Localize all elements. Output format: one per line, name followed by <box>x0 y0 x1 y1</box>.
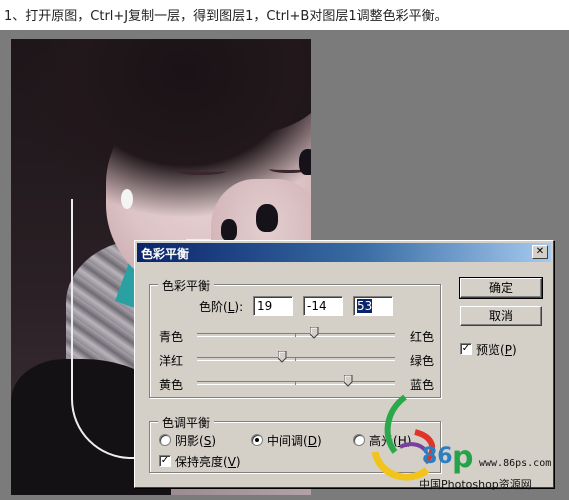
levels-label: 色阶(L): <box>199 300 244 314</box>
dialog-titlebar[interactable]: 色彩平衡 ✕ <box>137 243 551 262</box>
watermark-p: p <box>452 440 474 475</box>
radio-shadows-label[interactable]: 阴影(S) <box>175 432 216 449</box>
slider-label-green: 绿色 <box>410 354 435 368</box>
slider-yellow-blue[interactable] <box>197 375 395 387</box>
slider-cyan-red[interactable] <box>197 327 395 339</box>
dialog-title: 色彩平衡 <box>141 247 190 261</box>
slider-magenta-green[interactable] <box>197 351 395 363</box>
color-balance-legend: 色彩平衡 <box>158 277 215 294</box>
cancel-button[interactable]: 取消 <box>460 306 542 326</box>
radio-midtones-label[interactable]: 中间调(D) <box>267 432 322 449</box>
slider-label-magenta: 洋红 <box>159 354 184 368</box>
level-input-yellow-blue[interactable]: 53 <box>353 296 393 316</box>
slider-label-yellow: 黄色 <box>159 378 184 392</box>
radio-midtones[interactable] <box>251 434 263 446</box>
slider-thumb-cyan-red[interactable] <box>310 327 319 339</box>
slider-thumb-magenta-green[interactable] <box>277 351 287 363</box>
preview-checkbox[interactable]: ✓ <box>460 343 472 355</box>
instruction-text: 1、打开原图，Ctrl+J复制一层，得到图层1，Ctrl+B对图层1调整色彩平衡… <box>4 9 448 24</box>
watermark-url: www.86ps.com <box>479 458 552 469</box>
close-icon[interactable]: ✕ <box>532 245 548 259</box>
tone-balance-legend: 色调平衡 <box>158 414 215 431</box>
watermark-86: 86 <box>422 444 453 469</box>
slider-thumb-yellow-blue[interactable] <box>343 375 353 387</box>
level-input-magenta-green[interactable]: -14 <box>303 296 343 316</box>
preview-label[interactable]: 预览(P) <box>476 341 517 358</box>
radio-shadows[interactable] <box>159 434 171 446</box>
slider-label-cyan: 青色 <box>159 330 184 344</box>
watermark-site-name: 中国Photoshop资源网 <box>419 478 532 491</box>
watermark-logo: 86 p www.86ps.com 中国Photoshop资源网 <box>355 390 569 500</box>
preserve-luminosity-checkbox[interactable]: ✓ <box>159 455 171 467</box>
ok-button[interactable]: 确定 <box>459 277 543 299</box>
level-input-cyan-red[interactable]: 19 <box>253 296 293 316</box>
preserve-luminosity-label[interactable]: 保持亮度(V) <box>175 453 241 470</box>
slider-label-red: 红色 <box>410 330 435 344</box>
